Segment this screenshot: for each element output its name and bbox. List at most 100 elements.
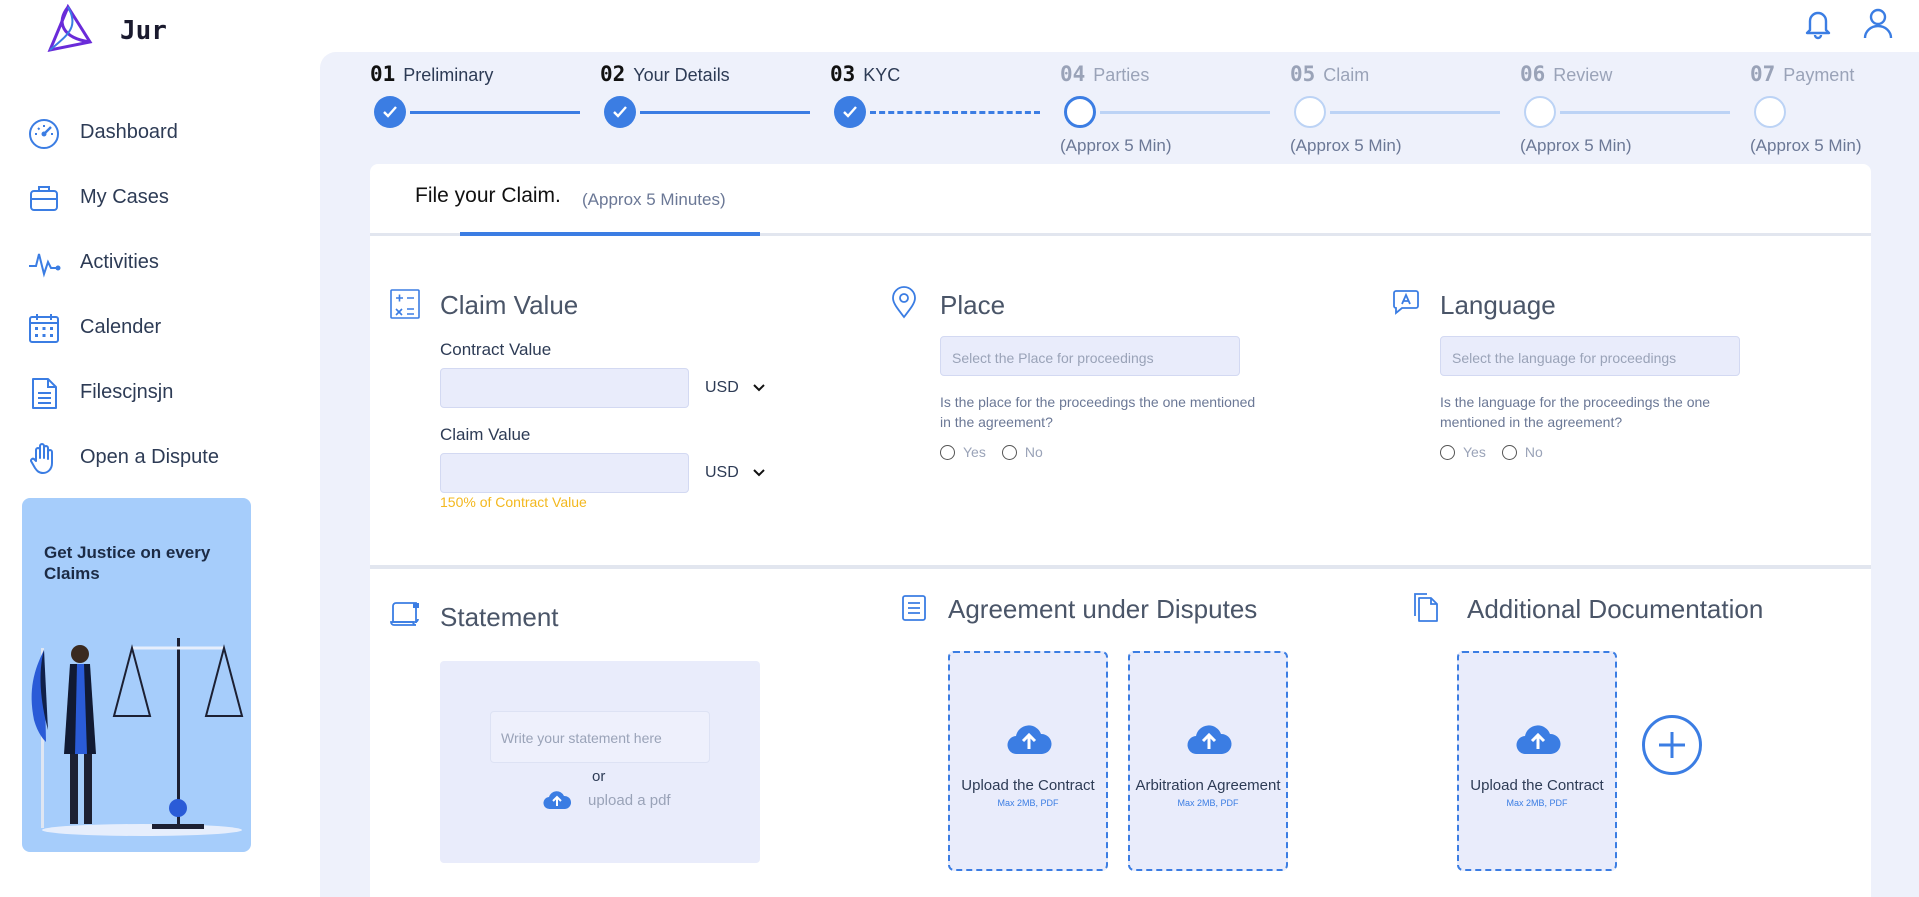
sidebar-item-my-cases[interactable]: My Cases: [0, 165, 260, 230]
sidebar-item-label: Open a Dispute: [80, 446, 219, 468]
language-select[interactable]: Select the language for proceedings: [1440, 336, 1740, 376]
step-number: 02: [600, 62, 626, 86]
documents-copy-icon: [1410, 591, 1442, 623]
card-tabbar: File your Claim. (Approx 5 Minutes): [370, 164, 1871, 236]
upload-pdf-button[interactable]: upload a pdf: [542, 789, 671, 811]
sidebar-item-files[interactable]: Filescjnsjn: [0, 360, 260, 425]
claim-value-hint: 150% of Contract Value: [440, 494, 587, 510]
upload-pdf-label: upload a pdf: [588, 791, 671, 809]
promo-card: Get Justice on every Claims: [22, 498, 251, 852]
step-label: KYC: [863, 65, 901, 85]
step-preliminary[interactable]: 01 Preliminary: [370, 62, 600, 128]
bell-icon[interactable]: [1801, 6, 1835, 40]
or-separator: or: [592, 768, 606, 785]
step-label: Parties: [1093, 65, 1150, 85]
place-title: Place: [940, 290, 1006, 320]
step-connector: [870, 111, 1040, 114]
claim-value-input[interactable]: [440, 453, 689, 493]
step-label: Preliminary: [403, 65, 494, 85]
step-claim[interactable]: 05 Claim (Approx 5 Min): [1290, 62, 1520, 155]
upload-arbitration-agreement-tile[interactable]: Arbitration Agreement Max 2MB, PDF: [1128, 651, 1288, 871]
agreement-title: Agreement under Disputes: [948, 594, 1258, 624]
step-parties[interactable]: 04 Parties (Approx 5 Min): [1060, 62, 1290, 155]
radio-label: Yes: [1463, 444, 1486, 460]
briefcase-icon: [26, 180, 62, 216]
scroll-document-icon: [389, 600, 421, 632]
step-number: 01: [370, 62, 396, 86]
upload-contract-tile[interactable]: Upload the Contract Max 2MB, PDF: [948, 651, 1108, 871]
cloud-upload-icon: [1007, 725, 1052, 755]
statement-input[interactable]: Write your statement here: [490, 711, 710, 763]
step-number: 05: [1290, 62, 1316, 86]
claim-form-card: File your Claim. (Approx 5 Minutes) Clai…: [370, 164, 1871, 897]
sidebar-item-label: Dashboard: [80, 121, 178, 143]
place-no-radio[interactable]: No: [1001, 444, 1043, 460]
section-divider: [370, 565, 1871, 569]
step-label: Payment: [1783, 65, 1855, 85]
statement-area: Write your statement here or upload a pd…: [440, 661, 760, 863]
language-chat-icon: [1392, 288, 1424, 320]
upload-additional-document-tile[interactable]: Upload the Contract Max 2MB, PDF: [1457, 651, 1617, 871]
currency-label: USD: [705, 464, 739, 481]
user-profile-icon[interactable]: [1861, 6, 1895, 40]
cloud-upload-icon: [1516, 725, 1561, 755]
step-duration: (Approx 5 Min): [1060, 136, 1172, 155]
step-number: 06: [1520, 62, 1546, 86]
plus-icon: [1659, 732, 1685, 758]
contract-value-label: Contract Value: [440, 340, 552, 359]
step-connector: [1100, 111, 1270, 114]
activity-pulse-icon: [26, 245, 62, 281]
sidebar-item-dashboard[interactable]: Dashboard: [0, 100, 260, 165]
step-number: 04: [1060, 62, 1086, 86]
sidebar-item-label: Calender: [80, 316, 162, 338]
place-question: Is the place for the proceedings the one…: [940, 394, 1256, 430]
place-yes-radio[interactable]: Yes: [940, 444, 986, 460]
step-current-indicator: [1064, 96, 1096, 128]
language-no-radio[interactable]: No: [1501, 444, 1543, 460]
step-your-details[interactable]: 02 Your Details: [600, 62, 830, 128]
step-review[interactable]: 06 Review (Approx 5 Min): [1520, 62, 1750, 155]
sidebar: Dashboard My Cases Activities Calender F…: [0, 100, 260, 490]
statement-title: Statement: [440, 602, 559, 632]
upload-tile-label: Upload the Contract: [961, 777, 1095, 794]
upload-tile-limit: Max 2MB, PDF: [997, 798, 1059, 808]
step-indicator: [1524, 96, 1556, 128]
chevron-down-icon: [753, 384, 765, 392]
language-yes-radio[interactable]: Yes: [1440, 444, 1486, 460]
additional-documentation-title: Additional Documentation: [1467, 594, 1764, 624]
sidebar-item-label: Filescjnsjn: [80, 381, 174, 403]
language-question: Is the language for the proceedings the …: [1440, 394, 1711, 430]
step-connector: [410, 111, 580, 114]
step-number: 03: [830, 62, 856, 86]
location-pin-icon: [888, 286, 920, 319]
active-tab-indicator: [460, 232, 760, 236]
upload-tile-label: Upload the Contract: [1470, 777, 1604, 794]
cloud-upload-icon: [1187, 725, 1232, 755]
document-list-icon: [900, 594, 932, 626]
upload-tile-limit: Max 2MB, PDF: [1177, 798, 1239, 808]
dashboard-gauge-icon: [26, 115, 62, 151]
check-icon: [834, 96, 866, 128]
step-duration: (Approx 5 Min): [1750, 136, 1862, 155]
sidebar-item-activities[interactable]: Activities: [0, 230, 260, 295]
card-subtitle: (Approx 5 Minutes): [582, 190, 726, 209]
radio-label: No: [1524, 444, 1543, 460]
step-kyc[interactable]: 03 KYC: [830, 62, 1060, 128]
step-payment[interactable]: 07 Payment (Approx 5 Min): [1750, 62, 1919, 155]
radio-label: No: [1024, 444, 1043, 460]
sidebar-item-open-a-dispute[interactable]: Open a Dispute: [0, 425, 260, 490]
step-indicator: [1754, 96, 1786, 128]
add-document-button[interactable]: [1642, 715, 1702, 775]
contract-value-input[interactable]: [440, 368, 689, 408]
sidebar-item-label: Activities: [80, 251, 159, 273]
upload-tile-label: Arbitration Agreement: [1135, 777, 1281, 794]
hand-icon: [26, 440, 62, 476]
radio-label: Yes: [963, 444, 986, 460]
step-duration: (Approx 5 Min): [1520, 136, 1632, 155]
calculator-icon: [389, 288, 421, 320]
contract-currency-select[interactable]: USD: [705, 379, 765, 397]
app-logo[interactable]: [40, 4, 96, 56]
place-select[interactable]: Select the Place for proceedings: [940, 336, 1240, 376]
sidebar-item-calender[interactable]: Calender: [0, 295, 260, 360]
claim-currency-select[interactable]: USD: [705, 464, 765, 482]
